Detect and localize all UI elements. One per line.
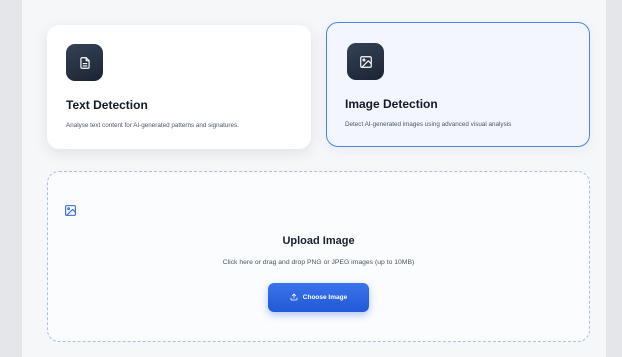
card-title: Text Detection	[66, 98, 148, 112]
image-icon	[64, 204, 77, 222]
card-description: Analyse text content for AI-generated pa…	[66, 122, 239, 129]
card-description: Detect AI-generated images using advance…	[345, 121, 512, 128]
document-icon	[66, 44, 103, 81]
upload-dropzone[interactable]: Upload Image Click here or drag and drop…	[47, 171, 590, 342]
image-detection-card[interactable]: Image Detection Detect AI-generated imag…	[326, 22, 590, 147]
upload-icon	[290, 293, 298, 303]
text-detection-card[interactable]: Text Detection Analyse text content for …	[47, 25, 311, 149]
image-icon	[347, 43, 384, 80]
upload-instructions: Click here or drag and drop PNG or JPEG …	[222, 259, 415, 266]
choose-image-label: Choose Image	[302, 294, 348, 301]
card-title: Image Detection	[345, 97, 438, 111]
upload-title: Upload Image	[282, 235, 355, 247]
choose-image-button[interactable]: Choose Image	[268, 283, 369, 312]
